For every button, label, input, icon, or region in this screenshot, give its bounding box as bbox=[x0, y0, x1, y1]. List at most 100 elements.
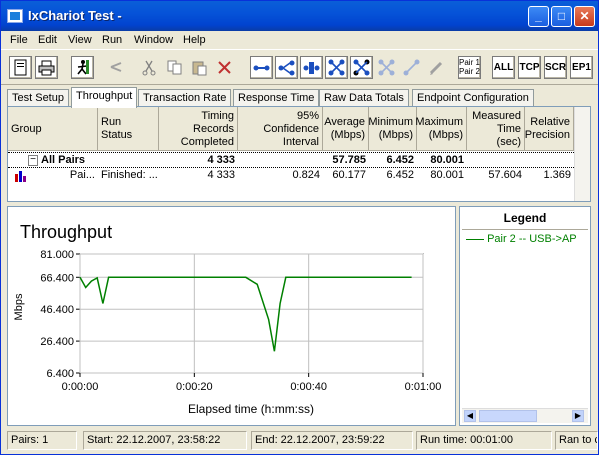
scroll-thumb[interactable] bbox=[479, 410, 537, 422]
header-maximum[interactable]: Maximum (Mbps) bbox=[415, 107, 467, 151]
x-axis-label: Elapsed time (h:mm:ss) bbox=[188, 402, 314, 416]
tab-transaction-rate[interactable]: Transaction Rate bbox=[138, 89, 232, 107]
app-icon bbox=[7, 9, 23, 23]
table-header: Group Run Status Timing Records Complete… bbox=[8, 107, 574, 151]
stop-button[interactable] bbox=[104, 56, 127, 79]
minimize-button[interactable]: _ bbox=[528, 6, 549, 27]
maximize-button[interactable]: □ bbox=[551, 6, 572, 27]
x-tick-label: 0:00:40 bbox=[290, 381, 327, 393]
tab-response-time[interactable]: Response Time bbox=[233, 89, 320, 107]
header-group[interactable]: Group bbox=[8, 107, 98, 151]
title-bar[interactable]: IxChariot Test - _ □ ✕ bbox=[1, 1, 598, 31]
tab-endpoint-configuration[interactable]: Endpoint Configuration bbox=[412, 89, 534, 107]
scroll-left-icon[interactable]: ◀ bbox=[464, 410, 476, 422]
header-confidence-interval[interactable]: 95% Confidence Interval bbox=[238, 107, 323, 151]
y-tick-label: 26.400 bbox=[40, 336, 74, 348]
x-tick-label: 0:00:00 bbox=[62, 381, 99, 393]
pair-precision: 1.369 bbox=[543, 169, 571, 181]
add-multicast-icon[interactable] bbox=[275, 56, 298, 79]
tab-test-setup[interactable]: Test Setup bbox=[7, 89, 69, 107]
add-hardware-pair-icon[interactable] bbox=[300, 56, 323, 79]
legend-item[interactable]: Pair 2 -- USB->AP bbox=[466, 233, 586, 245]
throughput-chart: Throughput Mbps Elapsed time (h:mm:ss) 8… bbox=[13, 222, 441, 416]
pair-name: Pai... bbox=[69, 169, 95, 181]
table-row-pair[interactable]: Pai... Finished: ... 4 333 0.824 60.177 … bbox=[8, 168, 574, 184]
chart-pane: Throughput Mbps Elapsed time (h:mm:ss) 8… bbox=[7, 206, 456, 426]
plot-area: 81.000 66.400 46.400 26.400 6.4000:00:00 0:00… bbox=[40, 249, 441, 393]
pair-chart-icon bbox=[12, 168, 28, 184]
scr-button[interactable]: SCR bbox=[544, 56, 567, 79]
cut-icon[interactable] bbox=[138, 56, 161, 79]
legend-pane: Legend Pair 2 -- USB->AP ◀ ▶ bbox=[459, 206, 591, 426]
pair-status: Finished: ... bbox=[101, 169, 158, 181]
tab-throughput[interactable]: Throughput bbox=[71, 87, 138, 108]
legend-swatch bbox=[466, 238, 484, 240]
all-button[interactable]: ALL bbox=[492, 56, 515, 79]
group-maximum: 80.001 bbox=[430, 154, 464, 166]
pair-ci: 0.824 bbox=[292, 169, 320, 181]
table-row-all-pairs[interactable]: − All Pairs 4 333 57.785 6.452 80.001 bbox=[8, 152, 574, 168]
copy-icon[interactable] bbox=[163, 56, 186, 79]
scroll-right-icon[interactable]: ▶ bbox=[572, 410, 584, 422]
header-measured-time[interactable]: Measured Time (sec) bbox=[467, 107, 525, 151]
legend-list: Pair 2 -- USB->AP bbox=[462, 229, 588, 409]
status-start: Start: 22.12.2007, 23:58:22 bbox=[83, 431, 247, 450]
pair-measured-time: 57.604 bbox=[488, 169, 522, 181]
pair-average: 60.177 bbox=[332, 169, 366, 181]
y-tick-label: 66.400 bbox=[40, 272, 74, 284]
pair-records: 4 333 bbox=[207, 169, 235, 181]
legend-title: Legend bbox=[503, 211, 547, 225]
menu-bar: File Edit View Run Window Help bbox=[1, 31, 598, 50]
status-pairs: Pairs: 1 bbox=[7, 431, 77, 450]
menu-view[interactable]: View bbox=[68, 34, 92, 46]
y-axis-label: Mbps bbox=[13, 293, 25, 320]
menu-edit[interactable]: Edit bbox=[38, 34, 57, 46]
pair-label-1: Pair 1 bbox=[459, 58, 480, 67]
legend-item-label: Pair 2 -- USB->AP bbox=[487, 233, 577, 245]
new-button[interactable] bbox=[9, 56, 32, 79]
paste-icon[interactable] bbox=[188, 56, 211, 79]
menu-file[interactable]: File bbox=[10, 34, 28, 46]
menu-help[interactable]: Help bbox=[183, 34, 206, 46]
window-title: IxChariot Test - bbox=[28, 8, 122, 23]
add-voip-icon[interactable] bbox=[350, 56, 373, 79]
group-records: 4 333 bbox=[207, 154, 235, 166]
tcp-button[interactable]: TCP bbox=[518, 56, 541, 79]
status-ran: Ran to c bbox=[555, 431, 598, 450]
print-button[interactable] bbox=[35, 56, 58, 79]
run-button[interactable] bbox=[71, 56, 94, 79]
close-button[interactable]: ✕ bbox=[574, 6, 595, 27]
header-timing-records[interactable]: Timing Records Completed bbox=[159, 107, 238, 151]
toolbar: Pair 1 Pair 2 ALL TCP SCR EP1 bbox=[1, 51, 598, 85]
results-table: Group Run Status Timing Records Complete… bbox=[7, 106, 591, 202]
y-tick-label: 81.000 bbox=[40, 249, 74, 261]
y-tick-label: 46.400 bbox=[40, 304, 74, 316]
status-bar: Pairs: 1 Start: 22.12.2007, 23:58:22 End… bbox=[5, 431, 598, 451]
pair-label-button[interactable]: Pair 1 Pair 2 bbox=[458, 56, 481, 79]
header-minimum[interactable]: Minimum (Mbps) bbox=[368, 107, 417, 151]
menu-run[interactable]: Run bbox=[102, 34, 122, 46]
legend-scrollbar[interactable]: ◀ ▶ bbox=[462, 408, 588, 423]
table-scrollbar[interactable] bbox=[574, 107, 590, 201]
x-tick-label: 0:01:00 bbox=[405, 381, 442, 393]
app-window: IxChariot Test - _ □ ✕ File Edit View Ru… bbox=[0, 0, 599, 455]
ep1-button[interactable]: EP1 bbox=[570, 56, 593, 79]
menu-window[interactable]: Window bbox=[134, 34, 173, 46]
header-relative-precision[interactable]: Relative Precision bbox=[525, 107, 574, 151]
header-average[interactable]: Average (Mbps) bbox=[323, 107, 369, 151]
collapse-toggle[interactable]: − bbox=[28, 155, 38, 166]
y-tick-label: 6.400 bbox=[46, 368, 74, 380]
edit-pair-icon[interactable] bbox=[425, 56, 448, 79]
status-end: End: 22.12.2007, 23:59:22 bbox=[251, 431, 413, 450]
add-group-icon[interactable] bbox=[325, 56, 348, 79]
delete-icon[interactable] bbox=[213, 56, 236, 79]
group-average: 57.785 bbox=[332, 154, 366, 166]
add-video-icon[interactable] bbox=[375, 56, 398, 79]
add-stream-icon[interactable] bbox=[400, 56, 423, 79]
add-pair-icon[interactable] bbox=[250, 56, 273, 79]
header-run-status[interactable]: Run Status bbox=[98, 107, 159, 151]
group-minimum: 6.452 bbox=[386, 154, 414, 166]
x-tick-label: 0:00:20 bbox=[176, 381, 213, 393]
status-runtime: Run time: 00:01:00 bbox=[416, 431, 552, 450]
tab-raw-data-totals[interactable]: Raw Data Totals bbox=[319, 89, 409, 107]
